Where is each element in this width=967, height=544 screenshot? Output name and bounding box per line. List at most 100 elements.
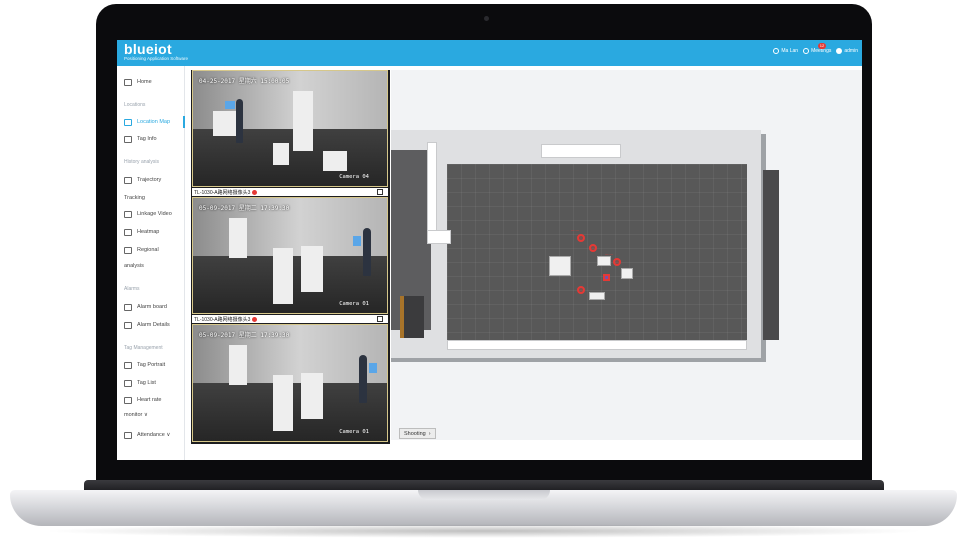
- map-wall: [447, 340, 747, 350]
- sidebar-item-regional[interactable]: Regional: [117, 244, 185, 256]
- feed-person: [236, 99, 243, 143]
- sidebar-item-alarm-board[interactable]: Alarm board: [117, 301, 185, 313]
- sidebar-item-location-map[interactable]: Location Map: [117, 116, 185, 128]
- sidebar-item-label: Heart rate: [137, 397, 162, 403]
- feed-pedestal: [273, 143, 289, 165]
- camera-feed-2[interactable]: 05-09-2017 星期二 17:39:30 Camera 01: [192, 197, 388, 314]
- tag-list-icon: [124, 379, 132, 387]
- sidebar-item-label: Home: [137, 79, 152, 85]
- feed-pedestal: [301, 246, 323, 292]
- camera-column: 04-25-2017 星期六 15:00:05 Camera 04 TL-103…: [191, 70, 390, 444]
- camera-timestamp: 05-09-2017 星期二 17:39:30: [199, 205, 290, 212]
- tag-portrait-icon: [124, 361, 132, 369]
- shooting-button[interactable]: Shooting ›: [399, 428, 436, 439]
- feed-display-case: [273, 375, 293, 431]
- top-bar: blueiot Positioning Application Software…: [117, 40, 862, 66]
- sidebar-section-alarms: Alarms: [124, 286, 140, 292]
- record-icon: [252, 316, 258, 322]
- camera-timestamp: 04-25-2017 星期六 15:00:05: [199, 78, 290, 85]
- location-map[interactable]: — — — — Shooting ›: [391, 70, 862, 440]
- sidebar-item-label: Tag Info: [137, 136, 157, 142]
- top-admin-link[interactable]: admin: [836, 48, 858, 54]
- camera-feed-1[interactable]: 04-25-2017 星期六 15:00:05 Camera 04: [192, 70, 388, 187]
- top-admin-label: admin: [844, 48, 858, 54]
- heatmap-icon: [124, 228, 132, 236]
- laptop-mockup: blueiot Positioning Application Software…: [0, 0, 967, 544]
- linkage-video-icon: [124, 210, 132, 218]
- feed-pedestal: [323, 151, 347, 171]
- sidebar-item-label: Alarm Details: [137, 322, 170, 328]
- sidebar-item-analysis[interactable]: analysis: [124, 263, 144, 269]
- sidebar-section-locations: Locations: [124, 102, 146, 108]
- map-exhibit-table: [549, 256, 571, 276]
- map-wall: [427, 142, 437, 232]
- sidebar-section-history: History analysis: [124, 159, 160, 165]
- heart-rate-icon: [124, 396, 132, 404]
- sidebar-item-home[interactable]: Home: [117, 76, 185, 88]
- trajectory-icon: [124, 176, 132, 184]
- sidebar-item-tag-list[interactable]: Tag List: [117, 377, 185, 389]
- camera-timestamp: 05-09-2017 星期二 17:39:30: [199, 332, 290, 339]
- chevron-right-icon: ›: [428, 430, 431, 437]
- fullscreen-icon[interactable]: [377, 189, 383, 195]
- feed-display-case: [293, 91, 313, 151]
- camera-bar-label: TL-1030-A路网络摄像头3: [194, 316, 251, 323]
- sidebar-item-tag-info[interactable]: Tag Info: [117, 133, 185, 145]
- home-icon: [124, 78, 132, 86]
- camera-feed-3[interactable]: 05-09-2017 星期二 17:39:30 Camera 01: [192, 324, 388, 442]
- sidebar-item-label: Alarm board: [137, 304, 167, 310]
- map-side-panel: [763, 170, 779, 340]
- map-wall: [541, 144, 621, 158]
- map-exhibit-table: [589, 292, 605, 300]
- feed-door: [229, 345, 247, 385]
- laptop-notch: [418, 490, 550, 500]
- sidebar-item-trajectory[interactable]: Trajectory: [117, 174, 185, 186]
- sidebar-item-label: Location Map: [137, 119, 171, 125]
- tag-marker[interactable]: [589, 244, 597, 252]
- notification-badge: 12: [818, 43, 826, 49]
- camera-label: Camera 04: [339, 174, 369, 180]
- sidebar: Home Locations Location Map Tag Info His…: [117, 66, 185, 460]
- top-meetings-link[interactable]: Meetings: [803, 48, 831, 54]
- app-tagline: Positioning Application Software: [124, 56, 189, 61]
- sidebar-item-heatmap[interactable]: Heatmap: [117, 226, 185, 238]
- tag-marker[interactable]: [577, 286, 585, 294]
- sidebar-item-label: Heatmap: [137, 229, 160, 235]
- map-door: [400, 296, 424, 338]
- regional-icon: [124, 246, 132, 254]
- sidebar-item-heart-rate[interactable]: Heart rate: [117, 394, 185, 406]
- feed-monitor: [369, 363, 377, 373]
- fullscreen-icon[interactable]: [377, 316, 383, 322]
- sidebar-section-tag-management: Tag Management: [124, 345, 163, 351]
- bell-ring-icon: [803, 48, 810, 54]
- map-exhibit-table: [621, 268, 633, 279]
- sidebar-item-linkage-video[interactable]: Linkage Video: [117, 208, 185, 220]
- tag-marker[interactable]: [613, 258, 621, 266]
- sidebar-item-label: Tag List: [137, 380, 156, 386]
- app-logo[interactable]: blueiot: [124, 41, 172, 57]
- feed-display-case: [273, 248, 293, 304]
- camera-feed-bar: TL-1030-A路网络摄像头3: [192, 188, 388, 196]
- active-indicator: [183, 116, 185, 128]
- feed-person: [363, 228, 371, 276]
- sidebar-item-tag-portrait[interactable]: Tag Portrait: [117, 359, 185, 371]
- top-user-link[interactable]: Ma Lan: [773, 48, 798, 54]
- sidebar-item-alarm-details[interactable]: Alarm Details: [117, 319, 185, 331]
- laptop-shadow: [40, 524, 927, 538]
- tag-label-mark: — —: [605, 252, 613, 256]
- user-ring-icon: [773, 48, 780, 54]
- sidebar-item-label: Regional: [137, 247, 159, 253]
- map-exhibit-table: [597, 256, 611, 266]
- tag-marker[interactable]: [603, 274, 610, 281]
- tag-marker[interactable]: [577, 234, 585, 242]
- sidebar-item-tracking[interactable]: Tracking: [124, 195, 145, 201]
- shooting-label: Shooting: [404, 430, 426, 437]
- camera-label: Camera 01: [339, 429, 369, 435]
- sidebar-item-attendance[interactable]: Attendance ∨: [117, 429, 185, 441]
- location-map-icon: [124, 118, 132, 126]
- feed-pedestal: [301, 373, 323, 419]
- attendance-icon: [124, 431, 132, 439]
- camera-feed-bar: TL-1030-A路网络摄像头3: [192, 315, 388, 323]
- camera-label: Camera 01: [339, 301, 369, 307]
- sidebar-item-monitor[interactable]: monitor ∨: [124, 412, 148, 418]
